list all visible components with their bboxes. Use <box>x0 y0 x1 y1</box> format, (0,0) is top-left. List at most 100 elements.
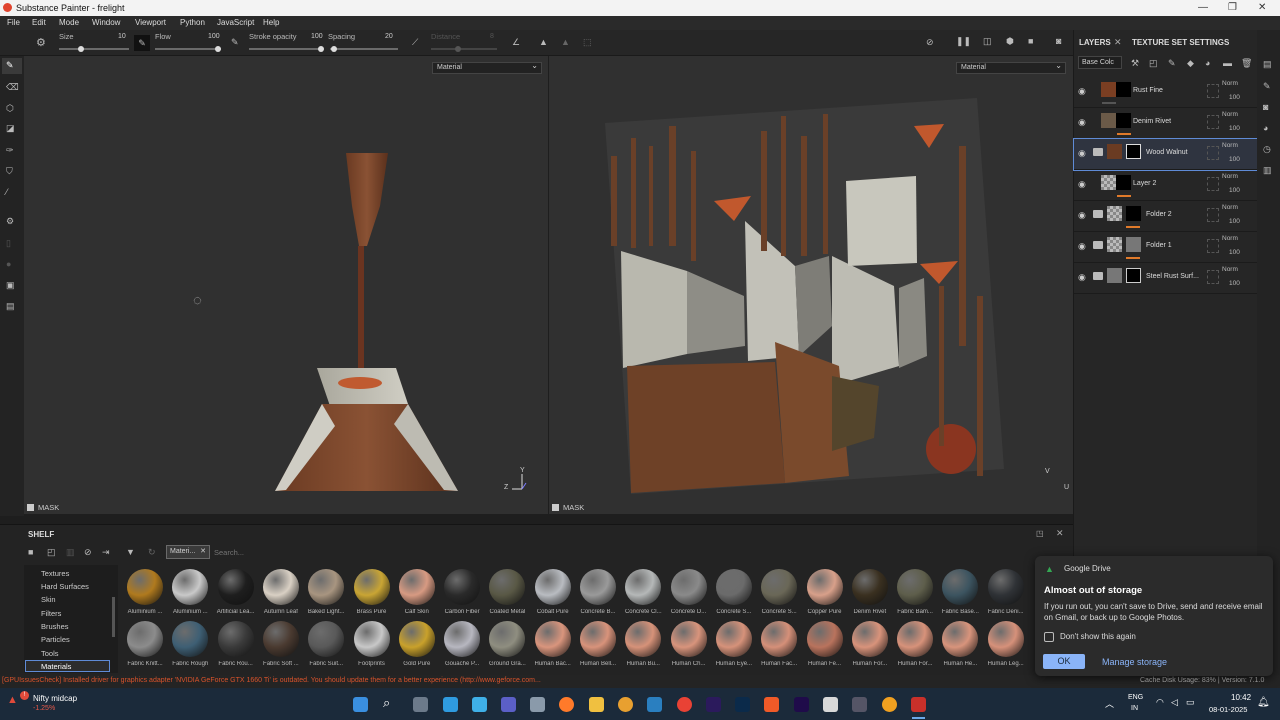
material-preview[interactable] <box>353 569 390 605</box>
menu-mode[interactable]: Mode <box>59 18 79 27</box>
viewport-3d[interactable]: Material Y Z ◌ MASK <box>24 56 548 514</box>
ticker-name[interactable]: Nifty midcap <box>33 694 77 703</box>
layer-channel-box[interactable] <box>1207 115 1219 129</box>
history-icon[interactable]: ◷ <box>1263 144 1271 155</box>
flow-value[interactable]: 100 <box>208 33 220 40</box>
language-code[interactable]: ENG <box>1128 694 1143 701</box>
visibility-eye-icon[interactable]: ◉ <box>1078 148 1086 159</box>
firefox-icon[interactable] <box>559 697 574 712</box>
hide-icon[interactable]: ⊘ <box>84 547 92 558</box>
add-mask-icon[interactable]: ◰ <box>1149 58 1158 69</box>
volume-icon[interactable]: ◁ <box>1171 697 1178 708</box>
layer-opacity[interactable]: 100 <box>1229 280 1240 287</box>
layer-channel-box[interactable] <box>1207 208 1219 222</box>
unity-icon[interactable] <box>852 697 867 712</box>
screenshot-icon[interactable]: ◙ <box>1056 36 1061 46</box>
clock-date[interactable]: 08-01-2025 <box>1209 705 1247 714</box>
material-preview[interactable] <box>217 621 254 657</box>
projection-icon[interactable]: ⬡ <box>6 103 14 114</box>
menu-window[interactable]: Window <box>92 18 120 27</box>
layer-opacity[interactable]: 100 <box>1229 218 1240 225</box>
folder-icon[interactable]: ■ <box>28 547 33 557</box>
layer-channel-box[interactable] <box>1207 146 1219 160</box>
add-folder-icon[interactable]: ▬ <box>1223 58 1232 68</box>
category-skin[interactable]: Skin <box>41 595 56 604</box>
camera-icon[interactable]: ■ <box>1028 36 1033 46</box>
layer-blend-mode[interactable]: Norm <box>1222 111 1238 118</box>
tab-texture-set-settings[interactable]: TEXTURE SET SETTINGS <box>1132 38 1229 47</box>
brush-settings-icon[interactable]: ⚙ <box>36 36 46 49</box>
material-preview[interactable] <box>534 621 571 657</box>
add-smart-material-icon[interactable]: ◕ <box>1205 58 1210 68</box>
wifi-icon[interactable]: ◠ <box>1156 697 1164 708</box>
material-preview[interactable] <box>127 621 163 657</box>
material-preview[interactable] <box>625 569 662 605</box>
viewport-3d-mask-toggle[interactable]: MASK <box>27 503 59 512</box>
photo-app-icon[interactable] <box>618 697 633 712</box>
size-slider[interactable] <box>59 48 129 50</box>
material-preview[interactable] <box>851 569 888 605</box>
layer-channel-box[interactable] <box>1207 270 1219 284</box>
flow-pen-icon[interactable]: ✎ <box>231 37 239 48</box>
maximize-icon[interactable]: ❐ <box>1228 2 1237 13</box>
color-picker-icon[interactable]: ⁄ <box>6 187 8 197</box>
layer-row[interactable]: ◉ Folder 1 Norm 100 <box>1074 232 1258 263</box>
flow-slider[interactable] <box>155 48 221 50</box>
task-view-icon[interactable] <box>413 697 428 712</box>
layer-channel-box[interactable] <box>1207 84 1219 98</box>
material-preview[interactable] <box>625 621 662 657</box>
material-preview[interactable] <box>262 621 299 657</box>
material-preview[interactable] <box>942 621 979 657</box>
material-preview[interactable] <box>851 621 888 657</box>
layer-opacity[interactable]: 100 <box>1229 125 1240 132</box>
tab-layers[interactable]: LAYERS <box>1079 38 1111 47</box>
material-preview[interactable] <box>262 569 299 605</box>
material-preview[interactable] <box>398 569 435 605</box>
blender-icon[interactable] <box>882 697 897 712</box>
settings-icon[interactable] <box>530 697 545 712</box>
category-scrollbar[interactable] <box>112 597 115 637</box>
stroke-opacity-slider[interactable] <box>249 48 323 50</box>
remove-filter-icon[interactable]: ✕ <box>200 546 206 558</box>
menu-viewport[interactable]: Viewport <box>135 18 166 27</box>
material-preview[interactable] <box>715 621 752 657</box>
manage-storage-link[interactable]: Manage storage <box>1102 657 1167 667</box>
layer-blend-mode[interactable]: Norm <box>1222 266 1238 273</box>
spacing-value[interactable]: 20 <box>385 33 393 40</box>
brave-icon[interactable] <box>764 697 779 712</box>
lazy-mouse-icon[interactable]: ⟋ <box>412 37 418 48</box>
material-preview[interactable] <box>670 569 707 605</box>
view-mode-icon[interactable]: ⬢ <box>1006 36 1014 47</box>
menu-edit[interactable]: Edit <box>32 18 46 27</box>
flow-slider-handle[interactable] <box>215 46 221 52</box>
new-folder-icon[interactable]: ◰ <box>47 547 56 558</box>
material-preview[interactable] <box>806 621 843 657</box>
layer-row[interactable]: ◉ Steel Rust Surf... Norm 100 <box>1074 263 1258 294</box>
category-brushes[interactable]: Brushes <box>41 622 69 631</box>
battery-icon[interactable]: ▭ <box>1186 697 1195 708</box>
material-preview[interactable] <box>398 621 435 657</box>
texture-set-dock-icon[interactable]: ◙ <box>1263 102 1268 112</box>
material-preview[interactable] <box>489 569 526 605</box>
tray-chevron-icon[interactable]: ︿ <box>1105 697 1114 710</box>
material-preview[interactable] <box>987 621 1024 657</box>
layer-opacity[interactable]: 100 <box>1229 249 1240 256</box>
close-shelf-icon[interactable]: ✕ <box>1056 528 1064 539</box>
premiere-icon[interactable] <box>794 697 809 712</box>
mirror-icon[interactable]: ▲ <box>561 37 570 47</box>
clone-stamp-icon[interactable]: ⛉ <box>6 166 13 177</box>
stroke-opacity-slider-handle[interactable] <box>318 46 324 52</box>
stroke-opacity-value[interactable]: 100 <box>311 33 323 40</box>
materials-filter-chip[interactable]: Materi... ✕ <box>166 545 210 559</box>
log-icon[interactable]: ▥ <box>1263 165 1272 176</box>
category-particles[interactable]: Particles <box>41 635 70 644</box>
material-preview[interactable] <box>761 569 798 605</box>
viewport-2d-mask-toggle[interactable]: MASK <box>552 503 584 512</box>
ok-button[interactable]: OK <box>1043 654 1085 669</box>
category-materials[interactable]: Materials <box>41 662 71 671</box>
menu-python[interactable]: Python <box>180 18 205 27</box>
refresh-icon[interactable]: ↻ <box>148 547 156 558</box>
bake-icon[interactable]: ⚙ <box>6 216 14 227</box>
spacing-slider[interactable] <box>330 48 398 50</box>
layer-opacity[interactable]: 100 <box>1229 187 1240 194</box>
